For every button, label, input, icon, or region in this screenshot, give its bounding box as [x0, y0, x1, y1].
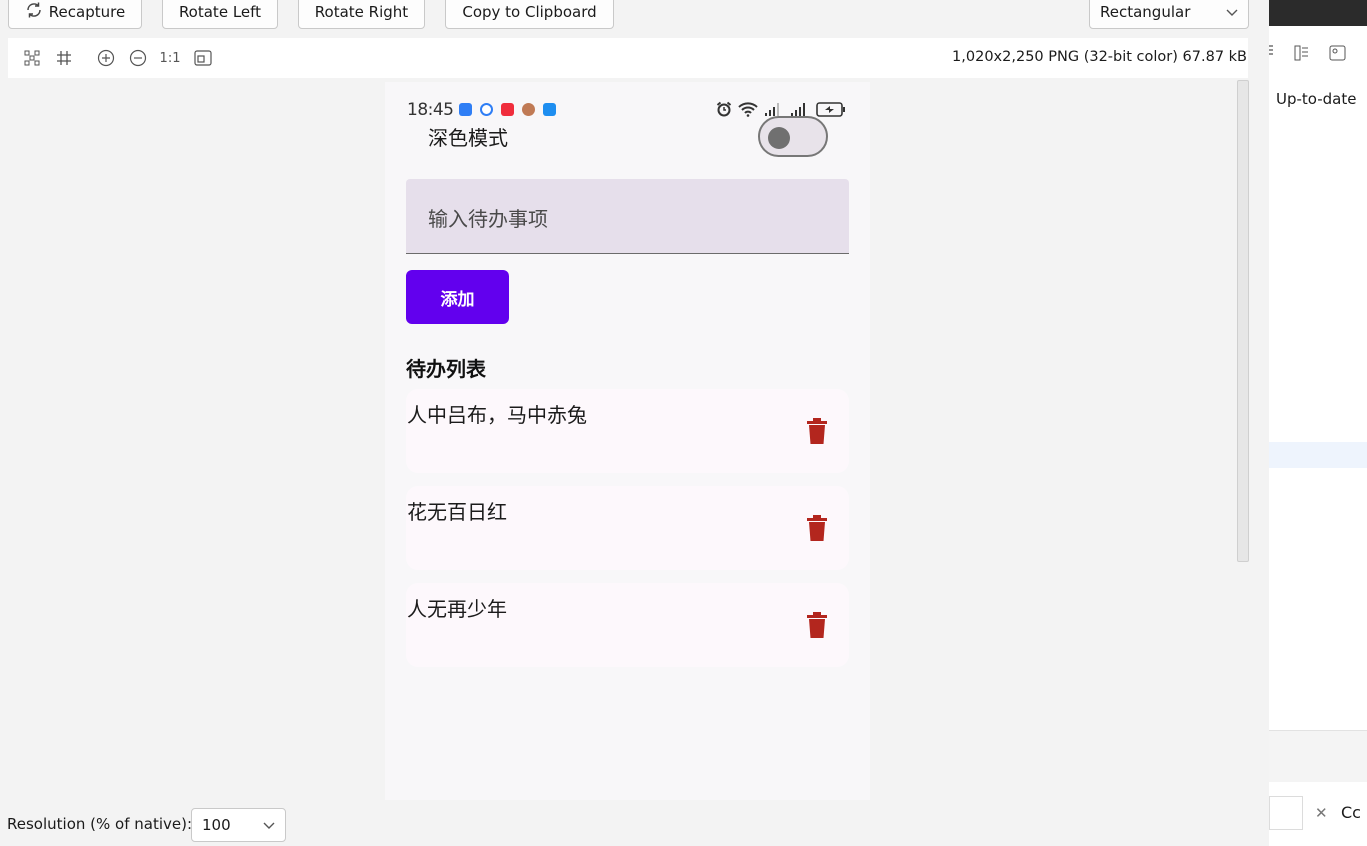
add-button-label: 添加 [440, 289, 475, 310]
image-toolbar: 1:1 1,020x2,250 PNG (32-bit color) 67.87… [8, 38, 1248, 78]
trash-icon[interactable] [807, 612, 827, 638]
up-to-date-status: Up-to-date [1276, 90, 1357, 108]
trash-icon[interactable] [807, 418, 827, 444]
panel-footer [1269, 730, 1367, 782]
copy-label: Copy to Clipboard [462, 2, 597, 21]
recapture-button[interactable]: Recapture [8, 0, 142, 29]
app-notification-icon [501, 103, 514, 116]
todo-item-text: 人无再少年 [407, 597, 507, 621]
actual-size-button[interactable]: 1:1 [159, 48, 181, 68]
rotate-left-label: Rotate Left [178, 2, 262, 21]
resolution-label: Resolution (% of native): [7, 815, 193, 833]
status-time: 18:45 [407, 100, 454, 120]
app-notification-icon [480, 103, 493, 116]
capture-mode-value: Rectangular [1100, 2, 1191, 21]
resolution-select[interactable]: 100 [191, 808, 286, 842]
chevron-down-icon [263, 816, 275, 834]
zoom-out-icon[interactable] [128, 48, 148, 68]
todo-item-text: 人中吕布，马中赤兔 [407, 403, 587, 427]
copy-to-clipboard-button[interactable]: Copy to Clipboard [445, 0, 614, 29]
todo-item-text: 花无百日红 [407, 500, 507, 524]
todo-input[interactable]: 输入待办事项 [406, 179, 849, 254]
capture-mode-select[interactable]: Rectangular [1089, 0, 1249, 29]
app-notification-icon [543, 103, 556, 116]
switch-knob [768, 127, 790, 149]
rotate-left-button[interactable]: Rotate Left [162, 0, 278, 29]
trash-icon[interactable] [807, 515, 827, 541]
vertical-scrollbar[interactable] [1237, 80, 1249, 562]
todo-item: 人中吕布，马中赤兔 [406, 389, 849, 473]
dark-mode-switch[interactable] [758, 116, 828, 157]
view-toggle-icons [1269, 40, 1367, 66]
battery-icon [816, 101, 846, 121]
background-window: Up-to-date ✕ Cc [1269, 0, 1367, 846]
selected-row [1269, 442, 1367, 468]
app-notification-icon [522, 103, 535, 116]
case-toggle[interactable]: Cc [1341, 803, 1361, 822]
actual-size-icon[interactable] [193, 48, 213, 68]
chevron-down-icon [1226, 3, 1238, 21]
rotate-right-label: Rotate Right [314, 2, 409, 21]
phone-screenshot: 18:45 深色模式 输入待办事项 添加 待办列表 人中吕布，马中赤兔 花无百日… [385, 82, 870, 800]
todo-list-title: 待办列表 [406, 357, 486, 381]
grid-icon[interactable] [54, 48, 74, 68]
app-notification-icon [459, 103, 472, 116]
actual-size-label: 1:1 [159, 50, 181, 66]
search-input[interactable] [1269, 796, 1303, 830]
rotate-right-button[interactable]: Rotate Right [298, 0, 425, 29]
todo-input-placeholder: 输入待办事项 [428, 207, 548, 231]
refresh-icon [25, 1, 43, 23]
todo-item: 人无再少年 [406, 583, 849, 667]
background-window-titlebar [1269, 0, 1367, 26]
resolution-value: 100 [202, 816, 231, 834]
recapture-label: Recapture [48, 2, 126, 21]
wifi-icon [738, 101, 758, 121]
close-icon[interactable]: ✕ [1315, 804, 1328, 822]
image-info: 1,020x2,250 PNG (32-bit color) 67.87 kB [952, 49, 1247, 65]
todo-item: 花无百日红 [406, 486, 849, 570]
fit-icon[interactable] [22, 48, 42, 68]
add-button[interactable]: 添加 [406, 270, 509, 324]
alarm-icon [716, 101, 732, 121]
zoom-in-icon[interactable] [96, 48, 116, 68]
dark-mode-label: 深色模式 [428, 126, 508, 150]
